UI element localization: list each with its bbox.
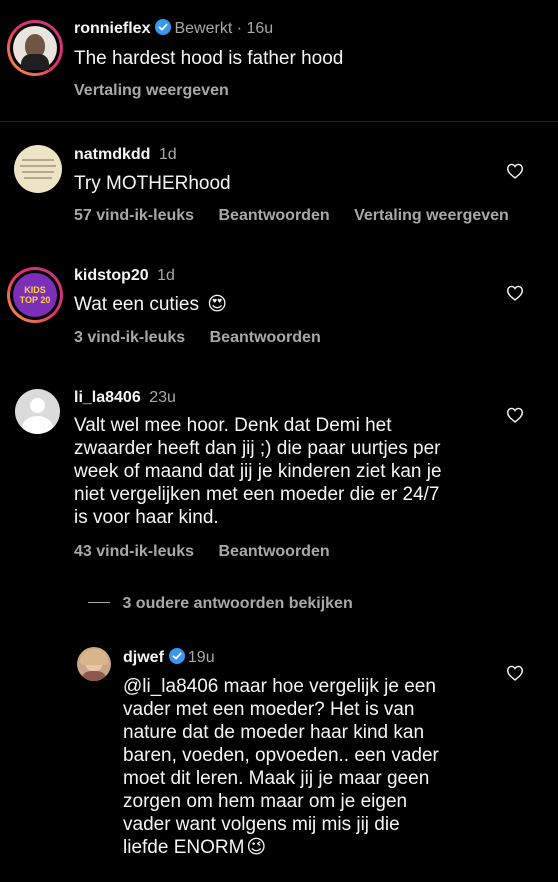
verified-badge-icon [168,648,185,664]
heart-icon[interactable] [506,407,524,423]
comment-text-line: Valt wel mee hoor. Denk dat Demi het [74,415,392,436]
avatar-kidstop20[interactable]: KIDS TOP 20 [7,267,63,323]
avatar-li_la8406[interactable] [15,389,60,434]
comment-text: Wat een cuties [74,294,199,315]
comment-text-line: niet vergelijken met een moeder die er 2… [74,484,440,505]
heart-icon[interactable] [506,163,524,179]
translate-link[interactable]: Vertaling weergeven [354,207,509,224]
comment-text-line: week of maand dat jij je kinderen ziet k… [74,461,442,482]
reply-text-line: zorgen om hem maar om je eigen [123,791,408,812]
reply-text-line: @li_la8406 maar hoe vergelijk je een [123,676,436,697]
avatar-ronnieflex[interactable] [7,20,63,76]
reply-text: @li_la8406 maar hoe vergelijk je een vad… [123,675,523,859]
heart-eyes-emoji: 😍 [207,294,228,315]
reply-button[interactable]: Beantwoorden [219,207,330,224]
post-caption: The hardest hood is father hood [74,48,344,69]
kidstop-logo-text: KIDS TOP 20 [19,285,51,305]
post-edited-time: Bewerkt · 16u [174,20,274,37]
comment-time: 1d [157,267,175,284]
replies-line-divider [88,602,110,603]
heart-icon[interactable] [506,285,524,301]
avatar-natmdkdd[interactable] [14,145,62,193]
comment-likes[interactable]: 43 vind-ik-leuks [74,543,194,560]
comment-username[interactable]: li_la8406 [74,389,141,406]
comment-time: 1d [158,146,177,163]
comment-likes[interactable]: 57 vind-ik-leuks [74,207,194,224]
comment-text: Valt wel mee hoor. Denk dat Demi het zwa… [74,414,554,529]
reply-button[interactable]: Beantwoorden [219,543,330,560]
divider [0,121,558,122]
reply-text-line: liefde ENORM [123,837,245,858]
comment-text-line: is voor haar kind. [74,507,219,528]
comment-text-line: zwaarder heeft dan jij ;) die paar uurtj… [74,438,441,459]
reply-username[interactable]: djwef [123,649,164,666]
comment-username[interactable]: natmdkdd [74,146,150,163]
reply-button[interactable]: Beantwoorden [210,329,321,346]
wink-emoji: 😉 [246,837,267,858]
comment-likes[interactable]: 3 vind-ik-leuks [74,329,185,346]
comment-username[interactable]: kidstop20 [74,267,149,284]
heart-icon[interactable] [506,665,524,681]
reply-text-line: vader want volgens mij mis jij die [123,814,400,835]
post-username[interactable]: ronnieflex [74,20,150,37]
verified-badge-icon [155,19,172,35]
reply-text-line: vader met een moeder? Het is van [123,699,415,720]
reply-text-line: baren, voeden, opvoeden.. een vader [123,745,439,766]
reply-text-line: moet dit leren. Maak jij je maar geen [123,768,430,789]
reply-text-line: nature dat de moeder haar kind kan [123,722,425,743]
view-older-replies-label: 3 oudere antwoorden bekijken [122,595,353,612]
view-older-replies-button[interactable]: 3 oudere antwoorden bekijken [88,595,353,613]
comment-time: 23u [149,389,176,406]
comment-text: Try MOTHERhood [74,173,231,194]
reply-time: 19u [187,649,215,666]
post-translate-link[interactable]: Vertaling weergeven [74,82,229,100]
avatar-djwef[interactable] [77,647,111,681]
